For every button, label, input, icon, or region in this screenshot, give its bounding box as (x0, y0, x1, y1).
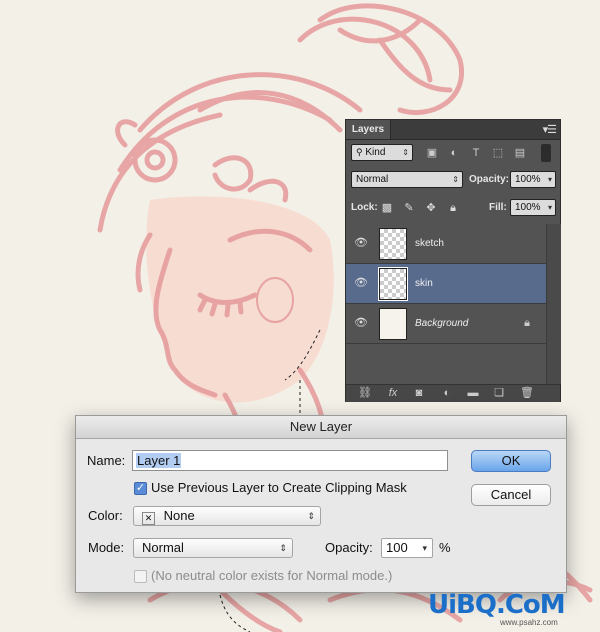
neutral-color-label: (No neutral color exists for Normal mode… (151, 568, 393, 583)
layer-list: 👁︎ sketch 👁︎ skin 👁︎ Background 🔒︎ (346, 224, 546, 384)
chevron-updown-icon: ⇕ (402, 148, 409, 157)
new-group-icon[interactable]: ▬ (464, 386, 482, 400)
eye-visibility-icon[interactable]: 👁︎ (354, 317, 368, 329)
chevron-updown-icon: ⇕ (279, 543, 287, 553)
blend-mode-value: Normal (356, 174, 389, 185)
layer-thumbnail (378, 267, 408, 301)
search-icon: ⚲ (356, 147, 363, 157)
trash-icon[interactable]: 🗑︎ (518, 386, 536, 400)
percent-unit: % (439, 540, 451, 555)
lock-transparent-icon[interactable]: ▩ (380, 201, 394, 215)
blend-row: Normal ⇕ Opacity: 100% ▾ (346, 169, 560, 191)
blend-mode-select[interactable]: Normal ⇕ (351, 171, 463, 188)
color-label: Color: (88, 508, 123, 523)
layer-row-skin[interactable]: 👁︎ skin (346, 264, 546, 304)
layer-name: skin (415, 278, 433, 289)
opacity-label: Opacity: (469, 174, 510, 185)
mode-label: Mode: (88, 540, 125, 555)
add-mask-icon[interactable]: ◙ (410, 386, 428, 400)
new-layer-icon[interactable]: ❏ (490, 386, 508, 400)
clipping-mask-checkbox[interactable]: ✓ (134, 482, 147, 495)
clipping-mask-label: Use Previous Layer to Create Clipping Ma… (151, 480, 407, 495)
panel-titlebar: Layers ▾☰ (346, 120, 560, 140)
chevron-down-icon: ▾ (422, 543, 427, 553)
lock-position-icon[interactable]: ✥ (424, 201, 438, 215)
color-value: None (163, 508, 195, 523)
dialog-opacity-field[interactable]: 100 ▾ (381, 538, 433, 558)
dialog-opacity-value: 100 (386, 540, 408, 555)
layer-thumbnail (379, 308, 407, 340)
watermark-logo: UiBQ.CoM (428, 590, 566, 620)
no-color-icon: ✕ (142, 512, 155, 525)
lock-label: Lock: (351, 202, 378, 213)
layers-scrollbar[interactable] (546, 224, 561, 384)
lock-brush-icon[interactable]: ✎ (402, 201, 416, 215)
opacity-field[interactable]: 100% ▾ (510, 171, 556, 188)
pixel-filter-icon[interactable]: ▣ (425, 146, 439, 160)
color-select[interactable]: ✕ None ⇕ (133, 506, 321, 526)
name-label: Name: (87, 453, 126, 468)
layers-tab[interactable]: Layers (346, 120, 391, 139)
lock-all-icon[interactable]: 🔒︎ (446, 201, 460, 215)
layer-row-sketch[interactable]: 👁︎ sketch (346, 224, 546, 264)
layer-row-background[interactable]: 👁︎ Background 🔒︎ (346, 304, 546, 344)
type-filter-icon[interactable]: T (469, 146, 483, 160)
fill-field[interactable]: 100% ▾ (510, 199, 556, 216)
adjustment-layer-icon[interactable]: ◐ (438, 386, 456, 400)
opacity-value: 100% (515, 174, 541, 185)
panel-footer: ⛓︎ fx ◙ ◐ ▬ ❏ 🗑︎ (346, 384, 560, 402)
adjustment-filter-icon[interactable]: ◐ (447, 146, 461, 160)
watermark-url: www.psahz.com (500, 618, 558, 627)
lock-row: Lock: ▩ ✎ ✥ 🔒︎ Fill: 100% ▾ (346, 197, 560, 219)
lock-icon: 🔒︎ (524, 317, 530, 329)
filter-kind-select[interactable]: ⚲ Kind ⇕ (351, 144, 413, 161)
layer-name-input[interactable]: Layer 1 (132, 450, 448, 471)
ok-button[interactable]: OK (471, 450, 551, 472)
eye-visibility-icon[interactable]: 👁︎ (354, 237, 368, 249)
filter-row: ⚲ Kind ⇕ ▣ ◐ T ⬚ ▤ (346, 142, 560, 164)
chevron-down-icon: ▾ (547, 175, 552, 184)
filter-kind-label: Kind (365, 147, 386, 158)
panel-menu-icon[interactable]: ▾☰ (543, 123, 557, 136)
chevron-down-icon: ▾ (547, 203, 552, 212)
chevron-updown-icon: ⇕ (452, 175, 459, 184)
layer-name-value: Layer 1 (136, 453, 182, 468)
layer-style-icon[interactable]: fx (384, 386, 402, 400)
dialog-title: New Layer (76, 416, 566, 439)
mode-select[interactable]: Normal ⇕ (133, 538, 293, 558)
new-layer-dialog: New Layer Name: Layer 1 OK Cancel ✓ Use … (75, 415, 567, 593)
chevron-updown-icon: ⇕ (307, 511, 315, 521)
smart-object-filter-icon[interactable]: ▤ (513, 146, 527, 160)
cancel-button[interactable]: Cancel (471, 484, 551, 506)
watermark: UiBQ.CoM www.psahz.com (428, 590, 598, 630)
layers-panel: Layers ▾☰ ⚲ Kind ⇕ ▣ ◐ T ⬚ ▤ Normal ⇕ Op… (345, 119, 561, 402)
fill-label: Fill: (489, 202, 507, 213)
eye-visibility-icon[interactable]: 👁︎ (354, 277, 368, 289)
layer-name: sketch (415, 238, 444, 249)
dialog-opacity-label: Opacity: (325, 540, 373, 555)
neutral-color-checkbox (134, 570, 147, 583)
layer-name: Background (415, 318, 469, 329)
fill-value: 100% (515, 202, 541, 213)
shape-filter-icon[interactable]: ⬚ (491, 146, 505, 160)
mode-value: Normal (142, 540, 184, 555)
filter-toggle-icon[interactable] (541, 144, 551, 162)
layer-thumbnail (379, 228, 407, 260)
link-layers-icon[interactable]: ⛓︎ (356, 386, 374, 400)
